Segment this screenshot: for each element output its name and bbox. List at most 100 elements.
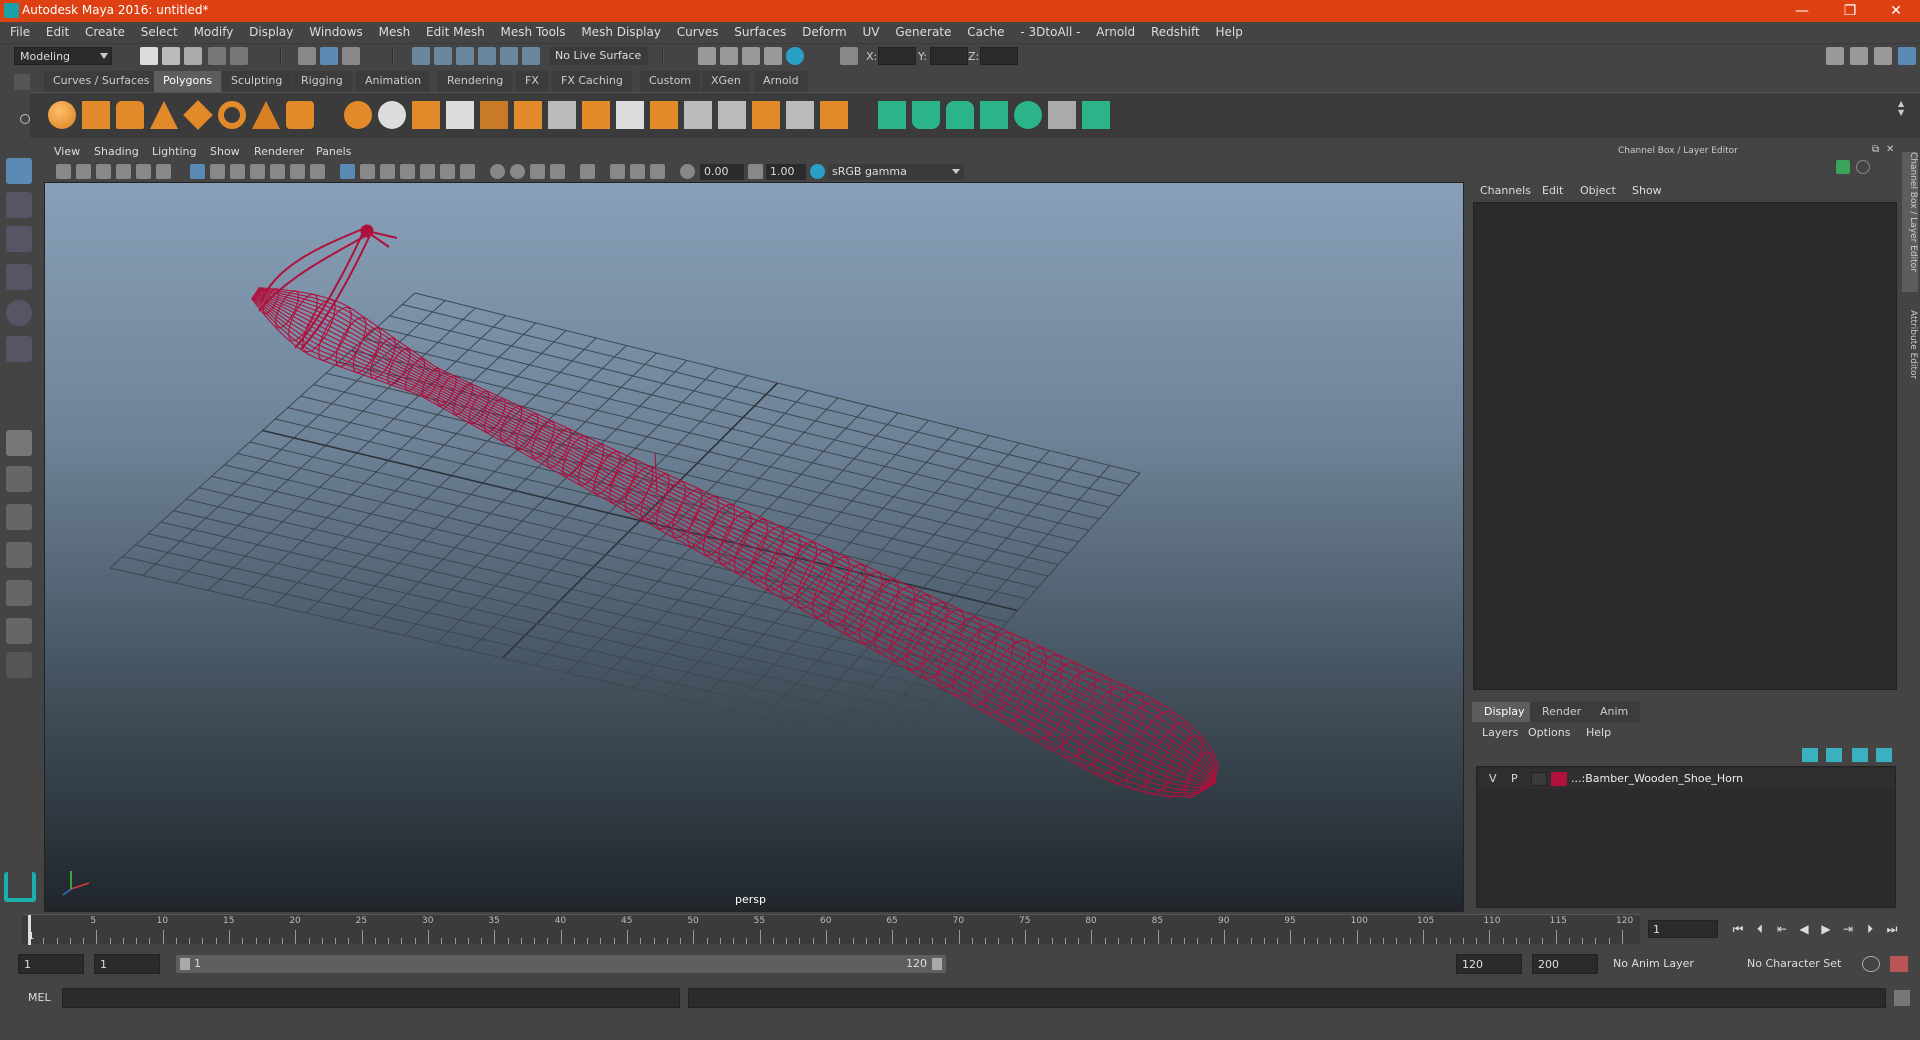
close-panel-icon[interactable]: ✕ — [1886, 144, 1894, 155]
select-component-icon[interactable] — [342, 47, 360, 65]
offset-edge-loop-icon[interactable] — [718, 101, 746, 129]
shelf-tab-animation[interactable]: Animation — [356, 71, 431, 92]
lasso-tool-icon[interactable] — [6, 192, 32, 218]
multi-cut-icon[interactable] — [616, 101, 644, 129]
shelf-tab-custom[interactable]: Custom — [640, 71, 701, 92]
film-gate-icon[interactable] — [210, 164, 225, 179]
layer-tab-render[interactable]: Render — [1530, 702, 1594, 722]
safe-title-icon[interactable] — [310, 164, 325, 179]
shelf-tab-fx-caching[interactable]: FX Caching — [552, 71, 632, 92]
combine-icon[interactable] — [344, 101, 372, 129]
script-editor-layout-icon[interactable] — [6, 618, 32, 644]
safe-action-icon[interactable] — [290, 164, 305, 179]
scale-tool-icon[interactable] — [6, 336, 32, 362]
step-forward-key-icon[interactable]: ⇥ — [1840, 921, 1856, 937]
live-surface-field[interactable]: No Live Surface — [550, 47, 648, 65]
select-tool-icon[interactable] — [6, 158, 32, 184]
layer-menu-help[interactable]: Help — [1586, 726, 1611, 739]
shelf-menu-icon[interactable] — [14, 74, 30, 90]
shoe-horn-wireframe[interactable] — [250, 224, 1219, 802]
maximize-button[interactable]: ❐ — [1830, 1, 1870, 21]
two-pane-layout-icon[interactable] — [6, 504, 32, 530]
smooth-icon[interactable] — [446, 101, 474, 129]
select-camera-icon[interactable] — [56, 164, 71, 179]
camera-attributes-icon[interactable] — [76, 164, 91, 179]
viewport-menu-shading[interactable]: Shading — [94, 145, 139, 158]
menu-edit[interactable]: Edit — [46, 22, 69, 39]
shelf-tab-polygons[interactable]: Polygons — [154, 71, 221, 92]
grease-pencil-icon[interactable] — [156, 164, 171, 179]
new-layer-selected-icon[interactable] — [1876, 748, 1892, 762]
menu-mesh[interactable]: Mesh — [379, 22, 411, 39]
new-empty-layer-icon[interactable] — [1852, 748, 1868, 762]
poly-cylinder-icon[interactable] — [116, 101, 144, 129]
layer-tab-display[interactable]: Display — [1472, 702, 1537, 722]
channel-box-toggle-icon[interactable] — [1898, 47, 1916, 65]
poly-pipe-icon[interactable] — [286, 101, 314, 129]
y-field[interactable] — [930, 47, 968, 65]
step-forward-frame-icon[interactable]: ⏵ — [1862, 921, 1878, 937]
range-start-handle[interactable] — [180, 958, 190, 970]
snap-view-plane-icon[interactable] — [478, 47, 496, 65]
gamma-field[interactable]: 1.00 — [766, 164, 806, 180]
wireframe-on-shaded-icon[interactable] — [400, 164, 415, 179]
bookmarks-icon[interactable] — [96, 164, 111, 179]
menu-modify[interactable]: Modify — [194, 22, 234, 39]
poly-cone-icon[interactable] — [150, 101, 178, 129]
single-view-layout-icon[interactable] — [6, 430, 32, 456]
play-backwards-icon[interactable]: ◀ — [1796, 921, 1812, 937]
insert-edge-loop-icon[interactable] — [684, 101, 712, 129]
render-current-icon[interactable] — [720, 47, 738, 65]
scene-start-field[interactable]: 1 — [18, 954, 84, 974]
redo-icon[interactable] — [230, 47, 248, 65]
separate-icon[interactable] — [378, 101, 406, 129]
view-transform-dropdown[interactable]: sRGB gamma — [828, 164, 964, 180]
move-layer-up-icon[interactable] — [1802, 748, 1818, 762]
layer-tab-anim[interactable]: Anim — [1588, 702, 1641, 722]
rotate-tool-icon[interactable] — [6, 300, 32, 326]
layer-color-icon[interactable] — [1836, 160, 1850, 174]
two-d-pan-zoom-icon[interactable] — [136, 164, 151, 179]
menu-mesh-tools[interactable]: Mesh Tools — [501, 22, 566, 39]
shelf-tab-sculpting[interactable]: Sculpting — [222, 71, 292, 92]
menu-windows[interactable]: Windows — [309, 22, 363, 39]
float-panel-icon[interactable]: ⧉ — [1872, 144, 1879, 155]
anim-layer-dropdown[interactable]: No Anim Layer — [1608, 954, 1734, 974]
bevel-icon[interactable] — [480, 101, 508, 129]
fill-hole-icon[interactable] — [650, 101, 678, 129]
display-options-icon[interactable] — [1856, 160, 1870, 174]
boolean-icon[interactable] — [820, 101, 848, 129]
character-set-dropdown[interactable]: No Character Set — [1742, 954, 1868, 974]
menu-select[interactable]: Select — [141, 22, 178, 39]
shelf-tab-arnold[interactable]: Arnold — [754, 71, 808, 92]
xray-icon[interactable] — [610, 164, 625, 179]
transform-mode-icon[interactable] — [840, 47, 858, 65]
append-polygon-icon[interactable] — [582, 101, 610, 129]
resolution-gate-icon[interactable] — [230, 164, 245, 179]
menu-cache[interactable]: Cache — [967, 22, 1004, 39]
menu-curves[interactable]: Curves — [677, 22, 719, 39]
range-slider[interactable]: 1 120 — [176, 955, 946, 973]
shelf-tab-fx[interactable]: FX — [516, 71, 548, 92]
channel-menu-show[interactable]: Show — [1632, 184, 1662, 197]
go-to-end-icon[interactable]: ⏭ — [1884, 921, 1900, 937]
custom-layout-icon[interactable] — [6, 652, 32, 678]
xray-joints-icon[interactable] — [630, 164, 645, 179]
viewport-menu-show[interactable]: Show — [210, 145, 240, 158]
exposure-field[interactable]: 0.00 — [700, 164, 744, 180]
menu-generate[interactable]: Generate — [895, 22, 951, 39]
mirror-icon[interactable] — [752, 101, 780, 129]
save-scene-icon[interactable] — [184, 47, 202, 65]
layer-name[interactable]: ...:Bamber_Wooden_Shoe_Horn — [1571, 772, 1743, 785]
layer-playback-toggle[interactable]: P — [1511, 772, 1518, 785]
open-scene-icon[interactable] — [162, 47, 180, 65]
poly-cube-icon[interactable] — [82, 101, 110, 129]
image-plane-icon[interactable] — [116, 164, 131, 179]
attribute-editor-toggle-icon[interactable] — [1850, 47, 1868, 65]
menu-mesh-display[interactable]: Mesh Display — [581, 22, 661, 39]
current-time-marker[interactable] — [28, 915, 31, 945]
poly-torus-icon[interactable] — [218, 101, 246, 129]
select-object-icon[interactable] — [320, 47, 338, 65]
new-scene-icon[interactable] — [140, 47, 158, 65]
z-field[interactable] — [980, 47, 1018, 65]
